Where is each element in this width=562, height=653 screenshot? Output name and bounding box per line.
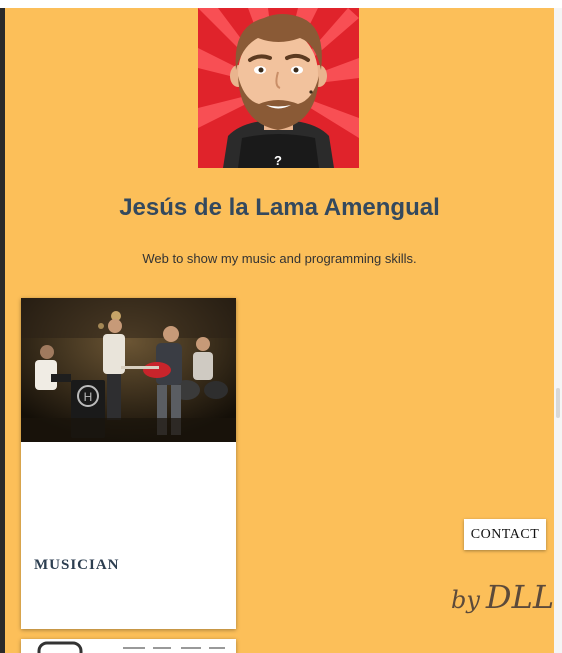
avatar: ? — [198, 8, 359, 168]
browser-top-bar — [0, 0, 562, 8]
svg-text:H: H — [84, 390, 93, 404]
page-tagline: Web to show my music and programming ski… — [142, 251, 417, 266]
contact-button[interactable]: CONTACT — [464, 519, 546, 550]
signature-by: by — [451, 586, 480, 614]
signature: by DLL — [451, 578, 554, 616]
avatar-shirt-badge: ? — [274, 153, 282, 168]
musician-card[interactable]: H MUSICIAN — [21, 298, 236, 629]
card-title: MUSICIAN — [34, 557, 120, 573]
page: ? Jesús de la Lama Amengual Web to show … — [5, 8, 554, 653]
card-preview — [37, 641, 225, 653]
scrollbar-thumb[interactable] — [556, 388, 560, 418]
page-title: Jesús de la Lama Amengual — [119, 194, 440, 221]
signature-initials: DLL — [485, 578, 554, 616]
secondary-card[interactable] — [21, 639, 236, 653]
band-photo: H — [21, 298, 236, 442]
scrollbar[interactable] — [554, 8, 562, 653]
